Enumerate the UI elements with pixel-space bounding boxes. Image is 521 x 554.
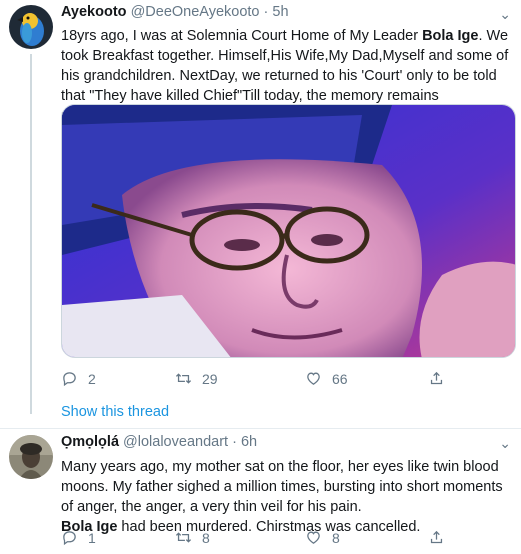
reply-button[interactable]: 1	[61, 529, 96, 546]
like-count: 66	[332, 370, 348, 387]
like-icon	[307, 531, 320, 544]
user-handle[interactable]: @lolaloveandart	[123, 434, 228, 450]
reply-icon	[63, 372, 76, 387]
like-button[interactable]: 8	[305, 529, 340, 546]
retweet-count: 29	[202, 370, 218, 387]
chevron-down-icon[interactable]: ⌄	[499, 6, 511, 23]
tweet-text: Many years ago, my mother sat on the flo…	[61, 457, 516, 537]
share-button[interactable]	[428, 529, 455, 546]
reply-icon	[63, 531, 76, 546]
retweet-icon	[175, 532, 192, 543]
like-count: 8	[332, 529, 340, 546]
tweet-header: Ayekooto @DeeOneAyekooto · 5h	[61, 4, 289, 20]
like-button[interactable]: 66	[305, 370, 348, 387]
separator-dot: ·	[263, 4, 269, 20]
tweet-photo[interactable]	[61, 104, 516, 358]
tweet-text-part: 18yrs ago, I was at Solemnia Court Home …	[61, 28, 423, 44]
timestamp[interactable]: 6h	[241, 434, 257, 450]
avatar[interactable]	[9, 435, 53, 479]
timestamp[interactable]: 5h	[272, 4, 288, 20]
reply-button[interactable]: 2	[61, 370, 96, 387]
tweet-text-part: Many years ago, my mother sat on the flo…	[61, 459, 503, 515]
thread-line	[30, 54, 32, 414]
separator-dot: ·	[232, 434, 237, 450]
show-thread-link[interactable]: Show this thread	[61, 404, 169, 420]
tweet-actions: 2 29 66	[61, 370, 461, 392]
display-name[interactable]: Ọmọlọlá	[61, 434, 119, 450]
reply-count: 2	[88, 370, 96, 387]
retweet-icon	[175, 373, 192, 384]
display-name[interactable]: Ayekooto	[61, 4, 127, 20]
chevron-down-icon[interactable]: ⌄	[499, 435, 511, 452]
tweet-actions: 1 8 8	[61, 529, 461, 551]
retweet-button[interactable]: 29	[175, 370, 218, 387]
share-button[interactable]	[428, 370, 455, 387]
tweet-header: Ọmọlọlá @lolaloveandart · 6h	[61, 434, 257, 450]
like-icon	[307, 372, 320, 385]
tweet[interactable]: Ayekooto @DeeOneAyekooto · 5h ⌄ 18yrs ag…	[0, 0, 521, 428]
share-icon	[430, 371, 443, 385]
reply-count: 1	[88, 529, 96, 546]
share-icon	[430, 530, 443, 544]
tweet-text-bold: Bola Ige	[422, 28, 479, 44]
avatar[interactable]	[9, 5, 53, 49]
tweet[interactable]: Ọmọlọlá @lolaloveandart · 6h ⌄ Many year…	[0, 428, 521, 554]
retweet-button[interactable]: 8	[175, 529, 210, 546]
retweet-count: 8	[202, 529, 210, 546]
user-handle[interactable]: @DeeOneAyekooto	[131, 4, 260, 20]
